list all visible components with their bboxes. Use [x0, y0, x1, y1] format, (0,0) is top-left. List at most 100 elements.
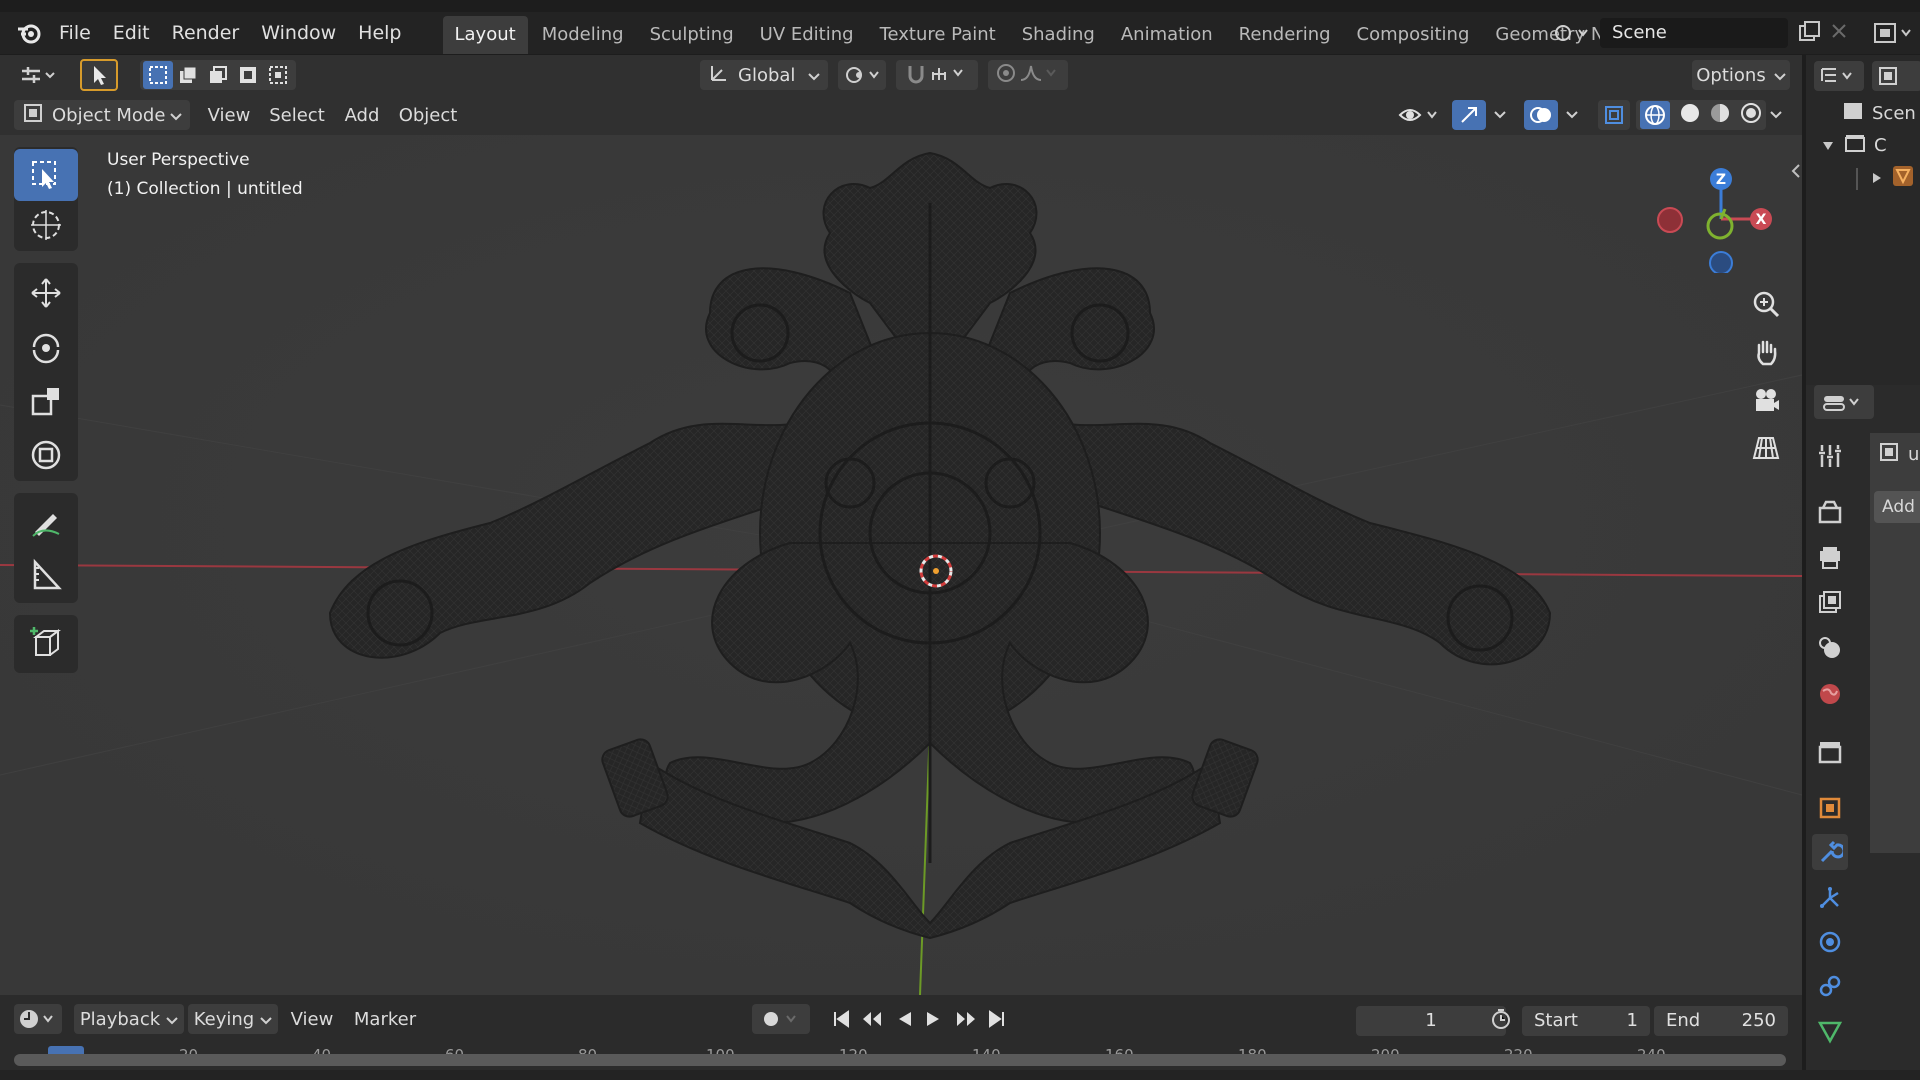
- measure-tool-icon[interactable]: [14, 549, 78, 601]
- jump-keyframe-forward-icon[interactable]: [950, 1004, 980, 1034]
- outliner-filter-icon[interactable]: [1872, 61, 1920, 91]
- collection-properties-icon[interactable]: [1812, 734, 1848, 770]
- gizmo-dropdown-icon[interactable]: [1488, 100, 1512, 130]
- 3d-cursor-icon[interactable]: [916, 551, 956, 591]
- expand-arrow-icon[interactable]: [1822, 135, 1834, 156]
- play-icon[interactable]: [920, 1004, 946, 1034]
- preview-range-icon[interactable]: [1486, 1004, 1516, 1034]
- options-dropdown[interactable]: Options: [1692, 60, 1790, 90]
- tab-sculpting[interactable]: Sculpting: [638, 16, 746, 54]
- menu-render[interactable]: Render: [161, 16, 251, 50]
- outliner-item-scene[interactable]: Scen: [1842, 101, 1916, 126]
- output-properties-icon[interactable]: [1812, 540, 1848, 576]
- start-frame-field[interactable]: Start 1: [1522, 1006, 1650, 1036]
- select-intersect-icon[interactable]: [263, 65, 293, 85]
- menu-file[interactable]: File: [48, 16, 102, 50]
- outliner-display-mode-icon[interactable]: [1814, 61, 1864, 91]
- proportional-editing-icon[interactable]: [993, 62, 1019, 89]
- overlays-toggle-icon[interactable]: [1524, 100, 1558, 130]
- camera-view-icon[interactable]: [1745, 379, 1787, 421]
- gizmo-toggle-icon[interactable]: [1452, 100, 1486, 130]
- solid-shading-icon[interactable]: [1679, 102, 1701, 129]
- tab-uv-editing[interactable]: UV Editing: [748, 16, 866, 54]
- scene-properties-icon[interactable]: [1812, 630, 1848, 666]
- overlays-dropdown-icon[interactable]: [1560, 100, 1584, 130]
- tab-compositing[interactable]: Compositing: [1345, 16, 1482, 54]
- timeline-view-menu[interactable]: View: [282, 1004, 342, 1034]
- physics-properties-icon[interactable]: [1812, 924, 1848, 960]
- jump-keyframe-back-icon[interactable]: [858, 1004, 888, 1034]
- move-tool-icon[interactable]: [14, 267, 78, 319]
- pan-hand-icon[interactable]: [1745, 331, 1787, 373]
- snap-target-icon[interactable]: [930, 62, 970, 89]
- jump-end-icon[interactable]: [984, 1004, 1010, 1034]
- navigation-gizmo[interactable]: Z X: [1650, 153, 1790, 273]
- render-properties-icon[interactable]: [1812, 494, 1848, 530]
- keying-menu[interactable]: Keying: [188, 1004, 278, 1034]
- tab-animation[interactable]: Animation: [1109, 16, 1225, 54]
- properties-editor-type-icon[interactable]: [1814, 385, 1874, 419]
- select-extend-icon[interactable]: [173, 65, 203, 85]
- select-tool-icon[interactable]: [80, 59, 118, 91]
- menu-window[interactable]: Window: [250, 16, 347, 50]
- select-box-tool-icon[interactable]: [14, 149, 78, 201]
- 3d-viewport[interactable]: User Perspective (1) Collection | untitl…: [0, 135, 1802, 995]
- snap-icon[interactable]: [904, 62, 930, 89]
- menu-edit[interactable]: Edit: [102, 16, 161, 50]
- playback-menu[interactable]: Playback: [74, 1004, 184, 1034]
- editor-type-icon[interactable]: [14, 60, 62, 90]
- scene-selector-icon[interactable]: [1553, 16, 1593, 50]
- tool-properties-icon[interactable]: [1812, 438, 1848, 474]
- visibility-eye-icon[interactable]: [1394, 100, 1446, 130]
- add-cube-tool-icon[interactable]: [14, 617, 78, 669]
- modifier-properties-icon[interactable]: [1812, 834, 1848, 870]
- material-shading-icon[interactable]: [1709, 102, 1731, 129]
- sidebar-toggle-icon[interactable]: [1790, 163, 1802, 184]
- transform-tool-icon[interactable]: [14, 429, 78, 481]
- tab-rendering[interactable]: Rendering: [1227, 16, 1343, 54]
- outliner-item-collection[interactable]: C: [1822, 133, 1887, 158]
- annotate-tool-icon[interactable]: [14, 497, 78, 549]
- world-properties-icon[interactable]: [1812, 676, 1848, 712]
- falloff-icon[interactable]: [1019, 62, 1063, 89]
- timeline-scrollbar[interactable]: [14, 1054, 1786, 1066]
- object-mode-dropdown[interactable]: Object Mode: [14, 100, 190, 130]
- object-properties-icon[interactable]: [1812, 790, 1848, 826]
- select-new-icon[interactable]: [143, 61, 173, 89]
- constraints-properties-icon[interactable]: [1812, 968, 1848, 1004]
- shading-dropdown-icon[interactable]: [1764, 100, 1788, 130]
- menu-add[interactable]: Add: [336, 100, 388, 130]
- cursor-tool-icon[interactable]: [14, 199, 78, 251]
- play-reverse-icon[interactable]: [892, 1004, 918, 1034]
- outliner-item-object[interactable]: [1856, 165, 1914, 192]
- tab-layout[interactable]: Layout: [442, 16, 528, 54]
- end-frame-field[interactable]: End 250: [1654, 1006, 1788, 1036]
- select-invert-icon[interactable]: [233, 65, 263, 85]
- scale-tool-icon[interactable]: [14, 375, 78, 427]
- perspective-toggle-icon[interactable]: [1745, 427, 1787, 469]
- blender-logo-icon[interactable]: [10, 16, 48, 50]
- view-layer-icon[interactable]: [1872, 20, 1916, 51]
- timeline-editor-type-icon[interactable]: [14, 1004, 62, 1034]
- view-layer-properties-icon[interactable]: [1812, 584, 1848, 620]
- add-modifier-button[interactable]: Add M: [1874, 491, 1920, 523]
- neg-z-axis-icon[interactable]: [1709, 251, 1733, 273]
- jump-start-icon[interactable]: [828, 1004, 854, 1034]
- new-scene-icon[interactable]: [1796, 20, 1822, 51]
- pivot-point-icon[interactable]: [838, 60, 886, 90]
- menu-select[interactable]: Select: [264, 100, 330, 130]
- transform-orientation-dropdown[interactable]: Global: [700, 60, 828, 90]
- marker-menu[interactable]: Marker: [348, 1004, 422, 1034]
- tab-modeling[interactable]: Modeling: [530, 16, 636, 54]
- current-frame-field[interactable]: 1: [1356, 1006, 1506, 1036]
- collapse-arrow-icon[interactable]: [1872, 168, 1882, 189]
- zoom-icon[interactable]: [1745, 283, 1787, 325]
- wireframe-shading-icon[interactable]: [1640, 101, 1671, 129]
- xray-toggle-icon[interactable]: [1598, 100, 1630, 130]
- tab-texture-paint[interactable]: Texture Paint: [868, 16, 1008, 54]
- particles-properties-icon[interactable]: [1812, 880, 1848, 916]
- rendered-shading-icon[interactable]: [1740, 102, 1762, 129]
- delete-scene-icon[interactable]: [1828, 20, 1850, 47]
- ornament-mesh[interactable]: [290, 143, 1610, 943]
- select-subtract-icon[interactable]: [203, 65, 233, 85]
